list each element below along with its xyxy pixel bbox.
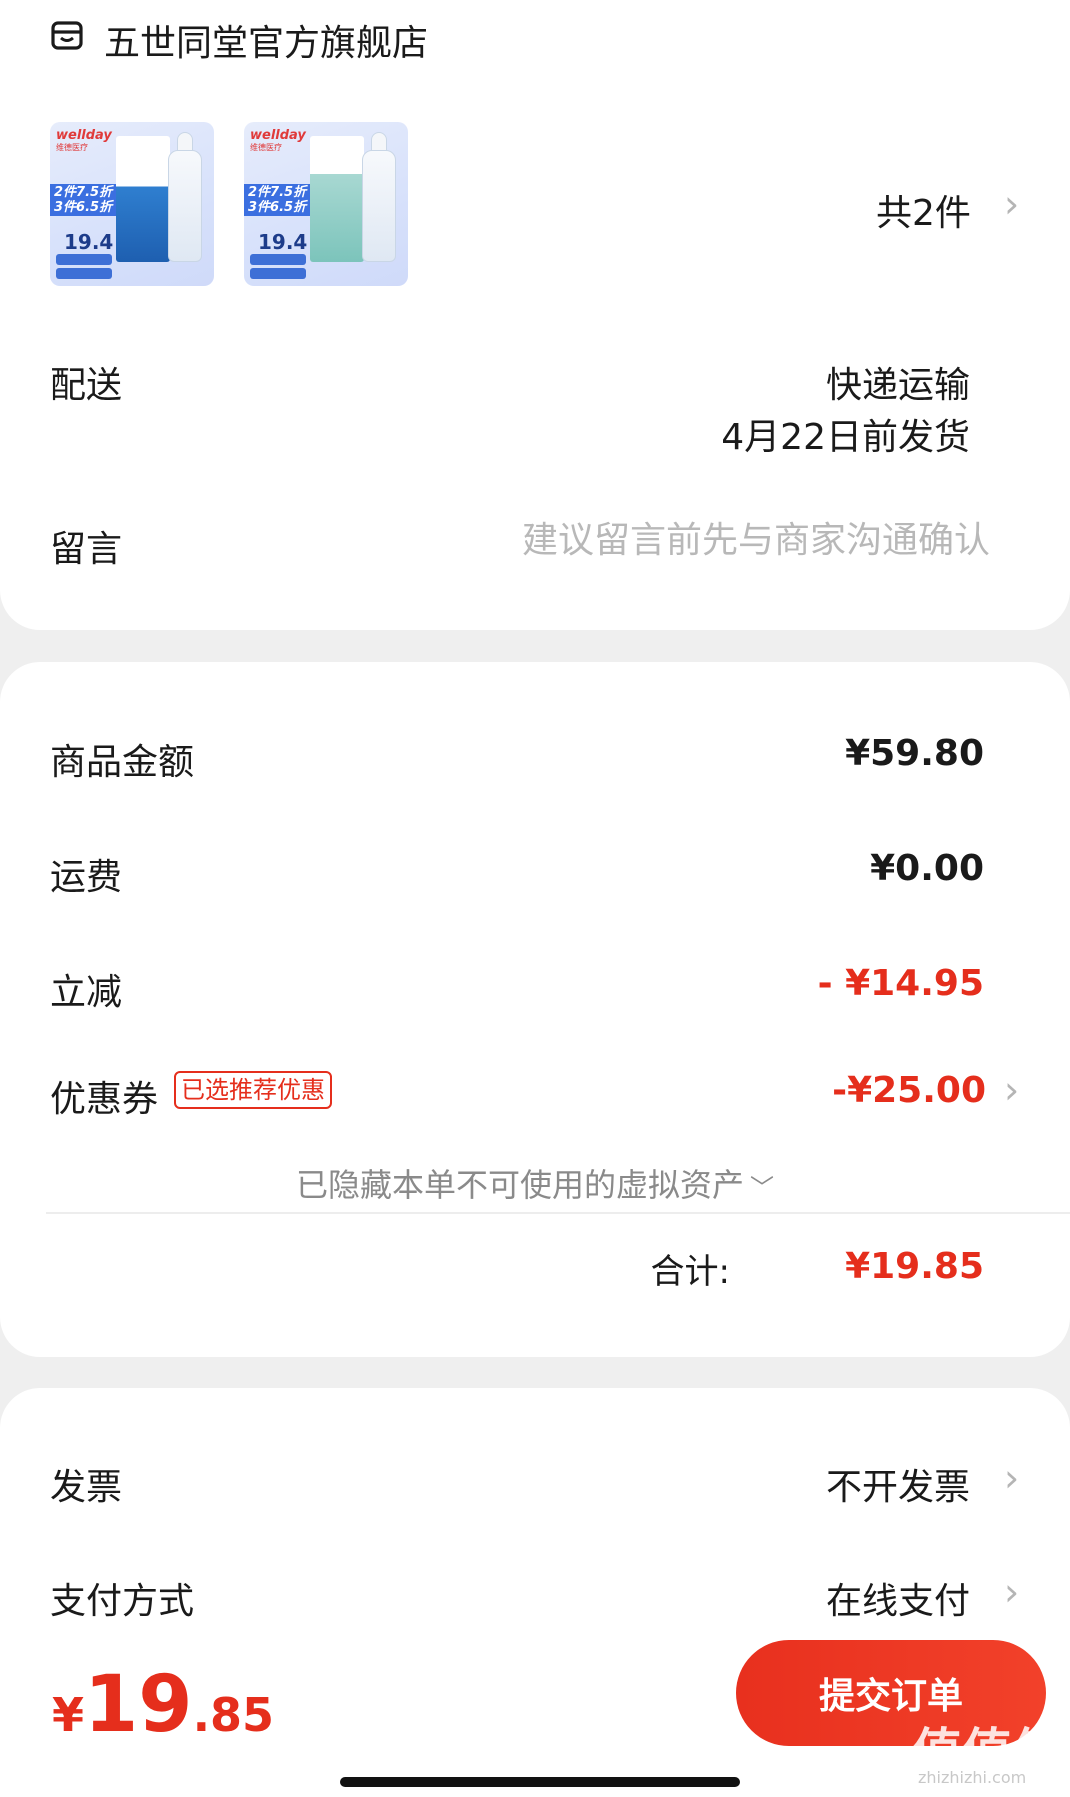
payment-method-label: 支付方式 <box>50 1581 195 1622</box>
product-price-tag: 19.4 <box>258 230 308 254</box>
product-tag <box>250 268 306 279</box>
currency-symbol: ¥ <box>52 1688 85 1742</box>
coupon-label: 优惠券 <box>50 1079 159 1120</box>
divider <box>46 1212 1070 1214</box>
discount-value: - ¥14.95 <box>817 963 984 1004</box>
product-tag <box>56 254 112 265</box>
product-thumbnail[interactable]: wellday 维德医疗 2件7.5折 3件6.5折 19.4 <box>244 122 408 286</box>
invoice-label: 发票 <box>50 1467 123 1508</box>
chevron-right-icon[interactable]: › <box>1004 182 1019 226</box>
home-indicator[interactable] <box>340 1777 740 1787</box>
shipping-value: ¥0.00 <box>870 848 984 889</box>
brand-subtitle: 维德医疗 <box>56 143 88 152</box>
item-count[interactable]: 共2件 <box>876 184 971 236</box>
chevron-right-icon[interactable]: › <box>1004 1068 1019 1112</box>
total-price: ¥19.85 <box>52 1660 274 1750</box>
brand-logo: wellday <box>56 128 112 143</box>
discount-label: 立减 <box>50 972 123 1013</box>
brand-logo: wellday <box>250 128 306 143</box>
delivery-date: 4月22日前发货 <box>721 417 970 458</box>
subtotal-label: 合计: <box>650 1252 730 1292</box>
chevron-down-icon: ﹀ <box>750 1174 774 1202</box>
delivery-method: 快递运输 <box>825 365 970 406</box>
note-input[interactable] <box>430 512 990 568</box>
product-thumbnail[interactable]: wellday 维德医疗 2件7.5折 3件6.5折 19.4 <box>50 122 214 286</box>
product-box-image <box>116 136 170 262</box>
brand-subtitle: 维德医疗 <box>250 143 282 152</box>
coupon-value[interactable]: -¥25.00 <box>832 1070 986 1111</box>
product-tag <box>56 268 112 279</box>
promo-text: 2件7.5折 3件6.5折 <box>50 184 117 216</box>
store-card: 五世同堂官方旗舰店 wellday 维德医疗 2件7.5折 3件6.5折 19.4… <box>0 0 1070 630</box>
goods-amount-label: 商品金额 <box>50 742 195 783</box>
goods-amount-value: ¥59.80 <box>845 733 984 774</box>
subtotal-value: ¥19.85 <box>845 1246 984 1287</box>
store-icon <box>51 21 83 50</box>
coupon-selected-badge: 已选推荐优惠 <box>174 1071 332 1109</box>
chevron-right-icon[interactable]: › <box>1004 1456 1019 1500</box>
total-price-decimal: .85 <box>192 1688 275 1742</box>
product-bottle-image <box>362 150 396 262</box>
invoice-value[interactable]: 不开发票 <box>826 1458 970 1510</box>
promo-text: 2件7.5折 3件6.5折 <box>244 184 311 216</box>
watermark-url: zhizhizhi.com <box>918 1768 1027 1787</box>
chevron-right-icon[interactable]: › <box>1004 1570 1019 1614</box>
product-box-image <box>310 136 364 262</box>
hidden-assets-text: 已隐藏本单不可使用的虚拟资产 <box>295 1166 744 1204</box>
delivery-label: 配送 <box>50 365 123 406</box>
total-price-integer: 19 <box>84 1660 193 1750</box>
payment-method-value[interactable]: 在线支付 <box>826 1572 970 1624</box>
store-name[interactable]: 五世同堂官方旗舰店 <box>104 14 428 66</box>
shipping-label: 运费 <box>50 857 123 898</box>
product-bottle-image <box>168 150 202 262</box>
note-label: 留言 <box>50 529 123 570</box>
hidden-assets-toggle[interactable]: 已隐藏本单不可使用的虚拟资产 ﹀ <box>0 1160 1070 1206</box>
product-price-tag: 19.4 <box>64 230 114 254</box>
product-tag <box>250 254 306 265</box>
